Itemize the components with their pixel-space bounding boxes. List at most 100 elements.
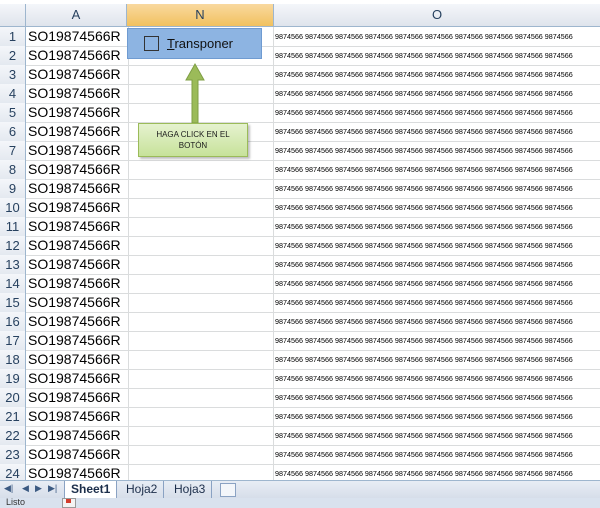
row-header[interactable]: 18 [0,350,26,369]
row-header[interactable]: 16 [0,312,26,331]
next-sheet-icon[interactable]: ▶ [35,483,42,494]
cell-a[interactable]: SO19874566R [26,141,129,160]
cell-o[interactable]: 9874566 9874566 9874566 9874566 9874566 … [274,255,600,274]
row-header[interactable]: 13 [0,255,26,274]
cell-n[interactable] [127,179,274,198]
cell-a[interactable]: SO19874566R [26,122,129,141]
row-header[interactable]: 6 [0,122,26,141]
tab-hoja3[interactable]: Hoja3 [168,481,213,498]
cell-o[interactable]: 9874566 9874566 9874566 9874566 9874566 … [274,445,600,464]
cell-a[interactable]: SO19874566R [26,274,129,293]
cell-o[interactable]: 9874566 9874566 9874566 9874566 9874566 … [274,350,600,369]
column-header-n[interactable]: N [127,4,274,26]
cell-a[interactable]: SO19874566R [26,369,129,388]
cell-o[interactable]: 9874566 9874566 9874566 9874566 9874566 … [274,122,600,141]
cell-o[interactable]: 9874566 9874566 9874566 9874566 9874566 … [274,388,600,407]
cell-n[interactable] [127,369,274,388]
cell-o[interactable]: 9874566 9874566 9874566 9874566 9874566 … [274,141,600,160]
row-header[interactable]: 10 [0,198,26,217]
cell-n[interactable] [127,312,274,331]
cell-o[interactable]: 9874566 9874566 9874566 9874566 9874566 … [274,84,600,103]
cell-a[interactable]: SO19874566R [26,103,129,122]
row-header[interactable]: 5 [0,103,26,122]
cell-a[interactable]: SO19874566R [26,293,129,312]
cell-a[interactable]: SO19874566R [26,407,129,426]
cell-a[interactable]: SO19874566R [26,312,129,331]
cell-n[interactable] [127,426,274,445]
row-header[interactable]: 19 [0,369,26,388]
cell-a[interactable]: SO19874566R [26,464,129,480]
cell-o[interactable]: 9874566 9874566 9874566 9874566 9874566 … [274,407,600,426]
cell-n[interactable] [127,388,274,407]
row-header[interactable]: 7 [0,141,26,160]
cell-o[interactable]: 9874566 9874566 9874566 9874566 9874566 … [274,198,600,217]
cell-o[interactable]: 9874566 9874566 9874566 9874566 9874566 … [274,179,600,198]
row-header[interactable]: 14 [0,274,26,293]
first-sheet-icon[interactable]: ◀| [4,483,13,494]
row-header[interactable]: 2 [0,46,26,65]
tab-sheet1[interactable]: Sheet1 [64,481,118,498]
cell-n[interactable] [127,293,274,312]
row-header[interactable]: 23 [0,445,26,464]
cell-a[interactable]: SO19874566R [26,217,129,236]
cell-n[interactable] [127,160,274,179]
cell-a[interactable]: SO19874566R [26,160,129,179]
column-header-o[interactable]: O [274,4,600,26]
row-header[interactable]: 8 [0,160,26,179]
cell-n[interactable] [127,236,274,255]
cell-o[interactable]: 9874566 9874566 9874566 9874566 9874566 … [274,369,600,388]
last-sheet-icon[interactable]: ▶| [48,483,57,494]
cell-o[interactable]: 9874566 9874566 9874566 9874566 9874566 … [274,464,600,480]
cell-n[interactable] [127,464,274,480]
cell-a[interactable]: SO19874566R [26,426,129,445]
insert-sheet-icon[interactable] [220,483,236,497]
cell-o[interactable]: 9874566 9874566 9874566 9874566 9874566 … [274,46,600,65]
cell-n[interactable] [127,274,274,293]
row-header[interactable]: 12 [0,236,26,255]
row-header[interactable]: 17 [0,331,26,350]
cell-o[interactable]: 9874566 9874566 9874566 9874566 9874566 … [274,65,600,84]
cell-o[interactable]: 9874566 9874566 9874566 9874566 9874566 … [274,331,600,350]
cell-n[interactable] [127,217,274,236]
row-header[interactable]: 15 [0,293,26,312]
prev-sheet-icon[interactable]: ◀ [22,483,29,494]
row-header[interactable]: 4 [0,84,26,103]
row-header[interactable]: 24 [0,464,26,480]
row-header[interactable]: 22 [0,426,26,445]
cell-a[interactable]: SO19874566R [26,331,129,350]
cell-n[interactable] [127,445,274,464]
cell-a[interactable]: SO19874566R [26,236,129,255]
cell-a[interactable]: SO19874566R [26,65,129,84]
cell-a[interactable]: SO19874566R [26,27,129,46]
cell-a[interactable]: SO19874566R [26,350,129,369]
row-header[interactable]: 9 [0,179,26,198]
cell-o[interactable]: 9874566 9874566 9874566 9874566 9874566 … [274,27,600,46]
cell-a[interactable]: SO19874566R [26,84,129,103]
row-header[interactable]: 11 [0,217,26,236]
select-all-corner[interactable] [0,4,26,26]
cell-o[interactable]: 9874566 9874566 9874566 9874566 9874566 … [274,160,600,179]
tab-hoja2[interactable]: Hoja2 [120,481,165,498]
transponer-button[interactable]: Transponer [127,28,262,59]
cell-o[interactable]: 9874566 9874566 9874566 9874566 9874566 … [274,103,600,122]
cell-o[interactable]: 9874566 9874566 9874566 9874566 9874566 … [274,312,600,331]
cell-n[interactable] [127,331,274,350]
cell-n[interactable] [127,198,274,217]
row-header[interactable]: 21 [0,407,26,426]
row-header[interactable]: 1 [0,27,26,46]
cell-n[interactable] [127,407,274,426]
row-header[interactable]: 20 [0,388,26,407]
cell-n[interactable] [127,255,274,274]
cell-a[interactable]: SO19874566R [26,46,129,65]
cell-o[interactable]: 9874566 9874566 9874566 9874566 9874566 … [274,217,600,236]
row-header[interactable]: 3 [0,65,26,84]
cell-o[interactable]: 9874566 9874566 9874566 9874566 9874566 … [274,274,600,293]
cell-a[interactable]: SO19874566R [26,179,129,198]
cell-o[interactable]: 9874566 9874566 9874566 9874566 9874566 … [274,426,600,445]
cell-a[interactable]: SO19874566R [26,388,129,407]
column-header-a[interactable]: A [26,4,127,26]
cell-a[interactable]: SO19874566R [26,445,129,464]
macro-record-icon[interactable] [62,498,76,508]
cell-n[interactable] [127,350,274,369]
cell-a[interactable]: SO19874566R [26,198,129,217]
